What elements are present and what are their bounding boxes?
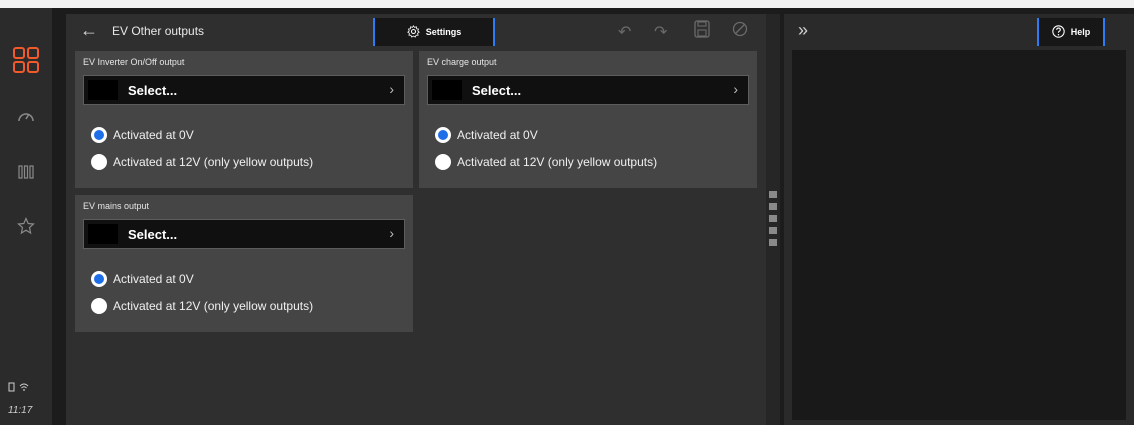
radio-activated-12v[interactable]: Activated at 12V (only yellow outputs)	[435, 154, 657, 170]
question-circle-icon	[1052, 24, 1065, 40]
color-swatch	[432, 80, 462, 100]
radio-label: Activated at 12V (only yellow outputs)	[457, 155, 658, 169]
settings-label: Settings	[425, 27, 462, 37]
handle-dot	[769, 239, 777, 246]
chevron-right-icon: ›	[389, 225, 394, 241]
select-label: Select...	[128, 83, 178, 98]
radio-dot	[91, 154, 107, 170]
radio-dot	[91, 298, 107, 314]
gauge-icon[interactable]	[0, 104, 52, 128]
redo-icon[interactable]: ↷	[654, 22, 667, 42]
save-icon[interactable]	[694, 20, 710, 43]
undo-icon[interactable]: ↶	[618, 22, 631, 42]
radio-activated-0v[interactable]: Activated at 0V	[91, 271, 194, 287]
help-button[interactable]: Help	[1037, 18, 1105, 46]
left-nav: 11:17	[0, 8, 52, 425]
handle-dot	[769, 227, 777, 234]
panel-title: EV mains output	[83, 201, 150, 211]
panel-ev-mains: EV mains output Select... › Activated at…	[75, 195, 413, 332]
help-content	[792, 50, 1126, 420]
radio-dot-selected	[91, 127, 107, 143]
radio-dot-selected	[435, 127, 451, 143]
cancel-icon[interactable]	[732, 21, 748, 42]
help-label: Help	[1070, 27, 1091, 37]
settings-area: ← EV Other outputs Settings ↶ ↷ EV Inver…	[66, 14, 766, 425]
settings-button[interactable]: Settings	[373, 18, 495, 46]
radio-label: Activated at 0V	[113, 272, 194, 286]
double-chevron-right-icon[interactable]: »	[798, 20, 808, 41]
radio-label: Activated at 12V (only yellow outputs)	[113, 155, 314, 169]
radio-activated-0v[interactable]: Activated at 0V	[435, 127, 538, 143]
chevron-right-icon: ›	[733, 81, 738, 97]
handle-dot	[769, 191, 777, 198]
clock: 11:17	[8, 405, 33, 416]
battery-wifi-icon	[8, 382, 30, 395]
gear-icon	[406, 24, 420, 40]
panel-title: EV Inverter On/Off output	[83, 57, 185, 67]
radio-label: Activated at 0V	[457, 128, 538, 142]
grid-icon[interactable]	[0, 42, 52, 78]
select-label: Select...	[472, 83, 522, 98]
panel-ev-charge: EV charge output Select... › Activated a…	[419, 51, 757, 188]
output-select[interactable]: Select... ›	[427, 75, 749, 105]
chevron-right-icon: ›	[389, 81, 394, 97]
toolbar: ← EV Other outputs Settings ↶ ↷	[66, 14, 766, 50]
radio-activated-0v[interactable]: Activated at 0V	[91, 127, 194, 143]
panel-divider	[766, 14, 780, 425]
color-swatch	[88, 80, 118, 100]
radio-dot	[435, 154, 451, 170]
radio-activated-12v[interactable]: Activated at 12V (only yellow outputs)	[91, 154, 313, 170]
output-select[interactable]: Select... ›	[83, 219, 405, 249]
back-arrow-icon[interactable]: ←	[80, 20, 98, 41]
panel-title: EV charge output	[427, 57, 497, 67]
columns-icon[interactable]	[0, 160, 52, 184]
help-header: » Help	[784, 14, 1134, 48]
star-icon[interactable]	[0, 214, 52, 238]
select-label: Select...	[128, 227, 178, 242]
handle-dot	[769, 215, 777, 222]
radio-dot-selected	[91, 271, 107, 287]
radio-label: Activated at 12V (only yellow outputs)	[113, 299, 314, 313]
color-swatch	[88, 224, 118, 244]
handle-dot	[769, 203, 777, 210]
drag-handle[interactable]	[766, 189, 780, 249]
radio-activated-12v[interactable]: Activated at 12V (only yellow outputs)	[91, 298, 313, 314]
top-strip	[0, 0, 1134, 8]
output-select[interactable]: Select... ›	[83, 75, 405, 105]
help-pane: » Help	[784, 14, 1134, 425]
panel-ev-inverter: EV Inverter On/Off output Select... › Ac…	[75, 51, 413, 188]
radio-label: Activated at 0V	[113, 128, 194, 142]
page-title: EV Other outputs	[112, 24, 205, 38]
